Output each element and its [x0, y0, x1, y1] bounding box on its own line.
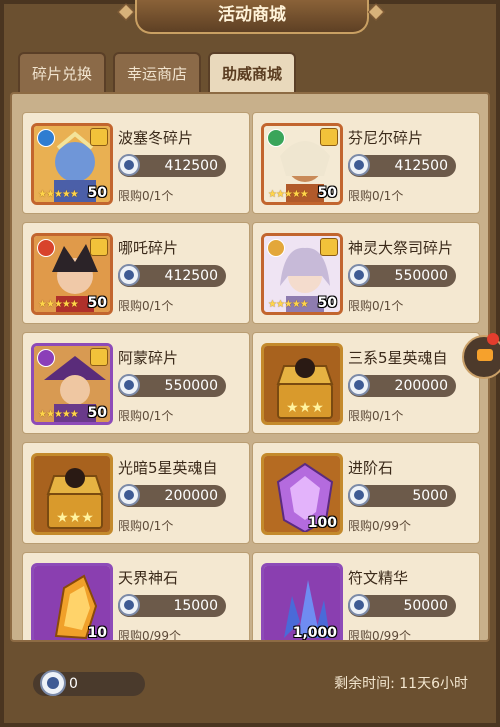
tab-fragment-exchange[interactable]: 碎片兑换: [18, 52, 106, 92]
fire-element-icon: [37, 239, 55, 257]
item-name: 三系5星英魂自: [348, 349, 448, 367]
treasure-chest-icon: ★★★: [261, 343, 343, 425]
puzzle-piece-icon: [320, 128, 338, 146]
shop-item-card[interactable]: ★★★ 光暗5星英魂自 200000 限购0/1个: [22, 442, 250, 544]
advance-stone-icon: 100: [261, 453, 343, 535]
puzzle-piece-icon: [90, 238, 108, 256]
item-name: 波塞冬碎片: [118, 129, 194, 147]
puzzle-piece-icon: [320, 238, 338, 256]
hero-amon-portrait-icon: ★★★★★ 50: [31, 343, 113, 425]
svg-text:★★★: ★★★: [286, 400, 324, 416]
purchase-limit: 限购0/99个: [118, 629, 181, 642]
shop-item-card[interactable]: ★★★★★ 50 神灵大祭司碎片 550000 限购0/1个: [252, 222, 480, 324]
shop-item-card[interactable]: ★★★★★ 50 哪吒碎片 412500 限购0/1个: [22, 222, 250, 324]
cheer-coin-icon: [118, 484, 140, 506]
purchase-limit: 限购0/1个: [118, 189, 174, 203]
rune-essence-icon: 1,000: [261, 563, 343, 641]
item-level: 50: [317, 295, 337, 311]
purchase-limit: 限购0/1个: [118, 519, 174, 533]
star-rating-icon: ★★★★★: [38, 189, 79, 200]
purchase-limit: 限购0/1个: [348, 299, 404, 313]
shop-item-card[interactable]: 100 进阶石 5000 限购0/99个: [252, 442, 480, 544]
purchase-limit: 限购0/99个: [348, 629, 411, 642]
purchase-limit: 限购0/1个: [118, 409, 174, 423]
purchase-limit: 限购0/1个: [348, 189, 404, 203]
svg-text:★★★: ★★★: [56, 510, 94, 526]
star-rating-icon: ★★★★★: [38, 299, 79, 310]
cheer-coin-icon: [348, 374, 370, 396]
shop-footer: 0 剩余时间: 11天6小时: [0, 648, 500, 727]
puzzle-piece-icon: [90, 348, 108, 366]
item-name: 哪吒碎片: [118, 239, 179, 257]
item-name: 符文精华: [348, 569, 409, 587]
item-name: 进阶石: [348, 459, 394, 477]
tab-lucky-shop[interactable]: 幸运商店: [113, 52, 201, 92]
item-name: 天界神石: [118, 569, 179, 587]
shop-item-card[interactable]: ★★★★★ 50 芬尼尔碎片 412500 限购0/1个: [252, 112, 480, 214]
shop-item-card[interactable]: ★★★★★ 50 阿蒙碎片 550000 限购0/1个: [22, 332, 250, 434]
shop-item-card[interactable]: 10 天界神石 15000 限购0/99个: [22, 552, 250, 642]
light-element-icon: [267, 239, 285, 257]
item-name: 阿蒙碎片: [118, 349, 179, 367]
item-name: 芬尼尔碎片: [348, 129, 424, 147]
cheer-coin-icon: [348, 594, 370, 616]
hero-fenrir-portrait-icon: ★★★★★ 50: [261, 123, 343, 205]
cheer-coin-icon: [40, 670, 66, 696]
item-grid[interactable]: ★★★★★ 50 波塞冬碎片 412500 限购0/1个 ★★★★★ 50 芬尼…: [10, 92, 490, 642]
cheer-coin-icon: [118, 154, 140, 176]
water-element-icon: [37, 129, 55, 147]
purchase-limit: 限购0/99个: [348, 519, 411, 533]
item-name: 神灵大祭司碎片: [348, 239, 454, 257]
celestial-stone-icon: 10: [31, 563, 113, 641]
item-level: 50: [87, 405, 107, 421]
shop-item-card[interactable]: ★★★ 三系5星英魂自 200000 限购0/1个: [252, 332, 480, 434]
item-level: 50: [317, 185, 337, 201]
cheer-coin-icon: [118, 594, 140, 616]
hero-nezha-portrait-icon: ★★★★★ 50: [31, 233, 113, 315]
remaining-time: 剩余时间: 11天6小时: [334, 676, 468, 692]
treasure-chest-icon: ★★★: [31, 453, 113, 535]
puzzle-piece-icon: [90, 128, 108, 146]
star-rating-icon: ★★★★★: [268, 189, 309, 200]
item-level: 50: [87, 295, 107, 311]
cheer-coin-icon: [348, 154, 370, 176]
hero-high-priestess-portrait-icon: ★★★★★ 50: [261, 233, 343, 315]
shop-item-card[interactable]: ★★★★★ 50 波塞冬碎片 412500 限购0/1个: [22, 112, 250, 214]
item-quantity: 100: [307, 515, 337, 531]
cheer-coin-icon: [118, 264, 140, 286]
item-name: 光暗5星英魂自: [118, 459, 218, 477]
item-level: 50: [87, 185, 107, 201]
cheer-coin-icon: [348, 264, 370, 286]
dark-element-icon: [37, 349, 55, 367]
tab-cheer-shop[interactable]: 助威商城: [208, 52, 296, 92]
star-rating-icon: ★★★★★: [38, 409, 79, 420]
item-quantity: 1,000: [292, 625, 337, 641]
star-rating-icon: ★★★★★: [268, 299, 309, 310]
wind-element-icon: [267, 129, 285, 147]
notification-dot: [487, 333, 499, 345]
item-quantity: 10: [87, 625, 107, 641]
purchase-limit: 限购0/1个: [118, 299, 174, 313]
hero-poseidon-portrait-icon: ★★★★★ 50: [31, 123, 113, 205]
window-title: 活动商城: [135, 0, 369, 34]
shop-item-card[interactable]: 1,000 符文精华 50000 限购0/99个: [252, 552, 480, 642]
cheer-coin-icon: [118, 374, 140, 396]
purchase-limit: 限购0/1个: [348, 409, 404, 423]
cheer-coin-icon: [348, 484, 370, 506]
